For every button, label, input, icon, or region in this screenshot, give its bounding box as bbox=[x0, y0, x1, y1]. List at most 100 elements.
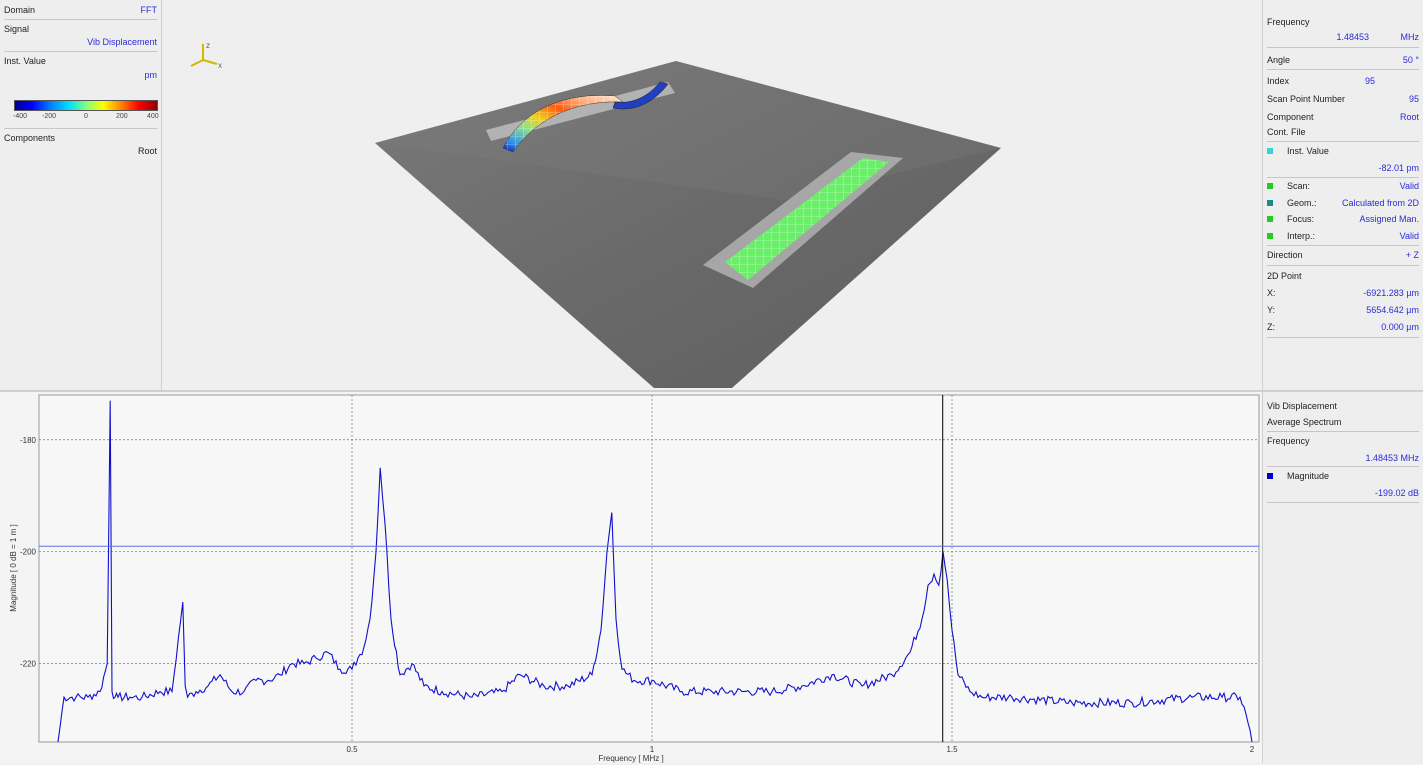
divider bbox=[1267, 69, 1419, 70]
x-tick-label: 2 bbox=[1250, 745, 1255, 754]
signal-label: Signal bbox=[4, 24, 30, 34]
frequency-value[interactable]: 1.48453 bbox=[1336, 32, 1369, 42]
color-scale-ticks: -400 -200 0 200 400 bbox=[13, 113, 159, 123]
geom-status-row: Geom.: Calculated from 2D bbox=[1267, 198, 1419, 210]
inst-value-value-row: -82.01 pm bbox=[1267, 163, 1419, 175]
scan-point-label: Scan Point Number bbox=[1267, 94, 1346, 104]
3d-viewport[interactable]: z x bbox=[163, 0, 1262, 390]
magnitude-label-row: Magnitude bbox=[1267, 471, 1419, 483]
plot-area[interactable] bbox=[38, 394, 1260, 743]
divider bbox=[1267, 466, 1419, 467]
inst-value-row: Inst. Value bbox=[1267, 146, 1419, 158]
direction-label: Direction bbox=[1267, 250, 1303, 260]
index-label: Index bbox=[1267, 76, 1290, 86]
3d-scene[interactable]: z x bbox=[163, 0, 1262, 390]
domain-row: Domain FFT bbox=[4, 5, 157, 15]
axis-label-x: x bbox=[218, 61, 222, 70]
y-tick-label: -220 bbox=[20, 660, 37, 669]
cont-file-label: Cont. File bbox=[1267, 127, 1306, 137]
focus-status-icon bbox=[1267, 216, 1273, 222]
frequency-unit: MHz bbox=[1400, 32, 1420, 42]
inst-value-label: Inst. Value bbox=[1287, 146, 1329, 156]
z-value: 0.000 µm bbox=[1381, 322, 1419, 332]
index-row: Index 95 bbox=[1267, 76, 1419, 88]
frequency-value-row[interactable]: 1.48453 MHz bbox=[1267, 32, 1419, 44]
focus-value: Assigned Man. bbox=[1359, 214, 1419, 224]
y-tick-label: -200 bbox=[20, 548, 37, 557]
focus-status-row: Focus: Assigned Man. bbox=[1267, 214, 1419, 226]
point2d-label-row: 2D Point bbox=[1267, 271, 1419, 283]
component-value: Root bbox=[1399, 112, 1419, 122]
x-tick-label: 0.5 bbox=[346, 745, 358, 754]
scan-point-value: 95 bbox=[1408, 94, 1419, 104]
component-label: Component bbox=[1267, 112, 1314, 122]
frequency-label-row: Frequency bbox=[1267, 436, 1419, 448]
angle-row[interactable]: Angle 50 ° bbox=[1267, 55, 1419, 67]
cont-file-row: Cont. File bbox=[1267, 127, 1419, 139]
x-tick-label: 1.5 bbox=[946, 745, 958, 754]
colorbar-tick: 0 bbox=[84, 113, 88, 120]
divider bbox=[1267, 177, 1419, 178]
y-label: Y: bbox=[1267, 305, 1276, 315]
frequency-label: Frequency bbox=[1267, 17, 1310, 27]
spectrum-row: Average Spectrum bbox=[1267, 417, 1419, 429]
magnitude-value-row: -199.02 dB bbox=[1267, 488, 1419, 500]
focus-label: Focus: bbox=[1287, 214, 1315, 224]
z-label: Z: bbox=[1267, 322, 1275, 332]
spectrum-chart[interactable]: 0.5 1 1.5 2 -180 -200 -220 Frequency [ MHz ] M… bbox=[0, 392, 1262, 763]
divider bbox=[4, 51, 157, 52]
cursor-info-panel: Vib Displacement Average Spectrum Freque… bbox=[1262, 392, 1423, 763]
geom-status-icon bbox=[1267, 200, 1273, 206]
interp-label: Interp.: bbox=[1287, 231, 1316, 241]
magnitude-color-icon bbox=[1267, 473, 1273, 479]
geom-value: Calculated from 2D bbox=[1341, 198, 1419, 208]
cursor-frequency-value: 1.48453 MHz bbox=[1365, 453, 1419, 463]
point-info-panel: Frequency 1.48453 MHz Angle 50 ° Index 9… bbox=[1262, 0, 1423, 390]
divider bbox=[1267, 141, 1419, 142]
divider bbox=[4, 128, 157, 129]
magnitude-value: -199.02 dB bbox=[1374, 488, 1419, 498]
scan-value: Valid bbox=[1399, 181, 1419, 191]
divider bbox=[1267, 431, 1419, 432]
scan-status-icon bbox=[1267, 183, 1273, 189]
direction-value: + Z bbox=[1405, 250, 1419, 260]
components-label-row: Components bbox=[4, 133, 157, 143]
scan-point-row: Scan Point Number 95 bbox=[1267, 94, 1419, 106]
color-scale-bar bbox=[14, 100, 158, 111]
scan-label: Scan: bbox=[1287, 181, 1311, 191]
y-value: 5654.642 µm bbox=[1366, 305, 1419, 315]
domain-value[interactable]: FFT bbox=[141, 5, 158, 15]
spectrum-type: Average Spectrum bbox=[1267, 417, 1342, 427]
divider bbox=[1267, 502, 1419, 503]
geom-label: Geom.: bbox=[1287, 198, 1317, 208]
point2d-label: 2D Point bbox=[1267, 271, 1302, 281]
divider bbox=[1267, 265, 1419, 266]
x-axis-label: Frequency [ MHz ] bbox=[598, 754, 663, 763]
direction-row: Direction + Z bbox=[1267, 250, 1419, 262]
components-value[interactable]: Root bbox=[138, 146, 157, 156]
axis-triad-icon: z x bbox=[190, 41, 222, 70]
x-tick-label: 1 bbox=[650, 745, 655, 754]
spectrum-plot[interactable]: 0.5 1 1.5 2 -180 -200 -220 Frequency [ MHz ] M… bbox=[0, 392, 1262, 763]
legend-panel: Domain FFT Signal Vib Displacement Inst.… bbox=[0, 0, 162, 390]
signal-value[interactable]: Vib Displacement bbox=[87, 37, 157, 47]
y-axis-label: Magnitude [ 0 dB = 1 m ] bbox=[9, 524, 18, 611]
inst-label-row: Inst. Value bbox=[4, 56, 157, 66]
divider bbox=[1267, 47, 1419, 48]
colorbar-tick: -400 bbox=[13, 113, 28, 120]
signal-name: Vib Displacement bbox=[1267, 401, 1337, 411]
angle-value[interactable]: 50 ° bbox=[1403, 55, 1419, 65]
interp-value: Valid bbox=[1399, 231, 1419, 241]
inst-value-color-icon bbox=[1267, 148, 1273, 154]
angle-label: Angle bbox=[1267, 55, 1291, 65]
divider bbox=[1267, 245, 1419, 246]
divider bbox=[4, 19, 157, 20]
inst-value-value: -82.01 pm bbox=[1378, 163, 1419, 173]
signal-row: Vib Displacement bbox=[1267, 401, 1419, 413]
colorbar-tick: 200 bbox=[116, 113, 128, 120]
components-label: Components bbox=[4, 133, 56, 143]
divider bbox=[1267, 337, 1419, 338]
x-label: X: bbox=[1267, 288, 1276, 298]
interp-status-icon bbox=[1267, 233, 1273, 239]
inst-unit: pm bbox=[144, 70, 157, 80]
